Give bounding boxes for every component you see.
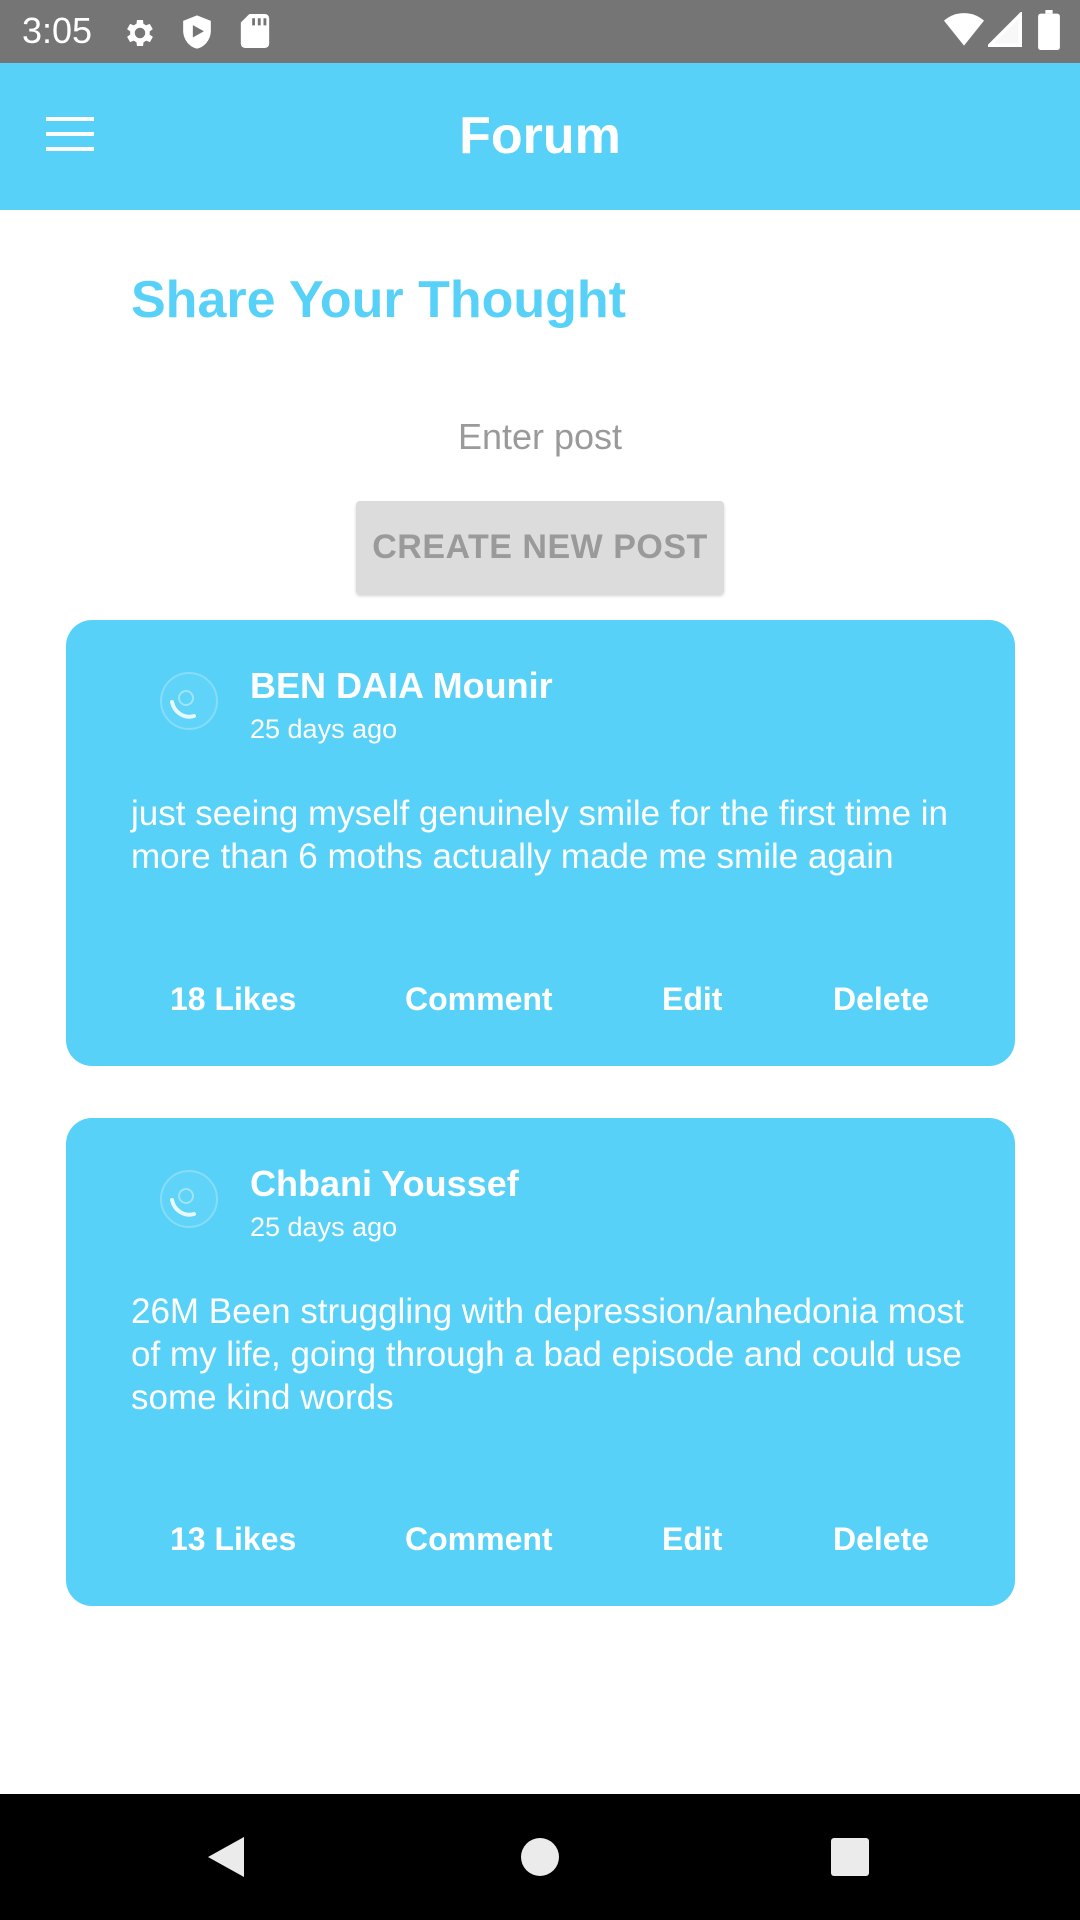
post-timestamp: 25 days ago [250, 714, 398, 744]
section-heading: Share Your Thought [131, 271, 626, 329]
comment-button[interactable]: Comment [405, 974, 553, 1024]
sd-card-icon [240, 14, 270, 53]
hamburger-menu-icon [46, 116, 94, 156]
post-card: Chbani Youssef 25 days ago 26M Been stru… [66, 1118, 1015, 1606]
post-card: BEN DAIA Mounir 25 days ago just seeing … [66, 620, 1015, 1066]
like-button[interactable]: 18 Likes [170, 974, 296, 1024]
post-actions: 13 Likes Comment Edit Delete [66, 1514, 1015, 1564]
edit-button[interactable]: Edit [662, 974, 722, 1024]
post-author: Chbani Youssef [250, 1163, 519, 1204]
avatar-icon [158, 670, 220, 732]
back-icon[interactable] [202, 1833, 250, 1881]
shield-icon [180, 14, 214, 55]
post-input[interactable] [340, 405, 740, 469]
create-post-button[interactable]: CREATE NEW POST [356, 501, 724, 594]
menu-button[interactable] [30, 99, 110, 173]
recents-icon[interactable] [826, 1833, 874, 1881]
navigation-bar [0, 1794, 1080, 1920]
delete-button[interactable]: Delete [833, 974, 929, 1024]
post-body: 26M Been struggling with depression/anhe… [131, 1292, 964, 1417]
delete-button[interactable]: Delete [833, 1514, 929, 1564]
wifi-icon [944, 12, 984, 51]
comment-button[interactable]: Comment [405, 1514, 553, 1564]
post-actions: 18 Likes Comment Edit Delete [66, 974, 1015, 1024]
status-time: 3:05 [22, 10, 93, 51]
post-body: just seeing myself genuinely smile for t… [131, 794, 948, 876]
signal-icon [985, 10, 1022, 53]
edit-button[interactable]: Edit [662, 1514, 722, 1564]
post-author: BEN DAIA Mounir [250, 665, 553, 706]
avatar-icon [158, 1168, 220, 1230]
post-timestamp: 25 days ago [250, 1212, 398, 1242]
like-button[interactable]: 13 Likes [170, 1514, 296, 1564]
home-icon[interactable] [516, 1833, 564, 1881]
app-bar: Forum [0, 63, 1080, 210]
app-title: Forum [459, 107, 621, 165]
settings-icon [122, 15, 158, 56]
status-bar: 3:05 [0, 0, 1080, 63]
battery-icon [1038, 10, 1060, 55]
